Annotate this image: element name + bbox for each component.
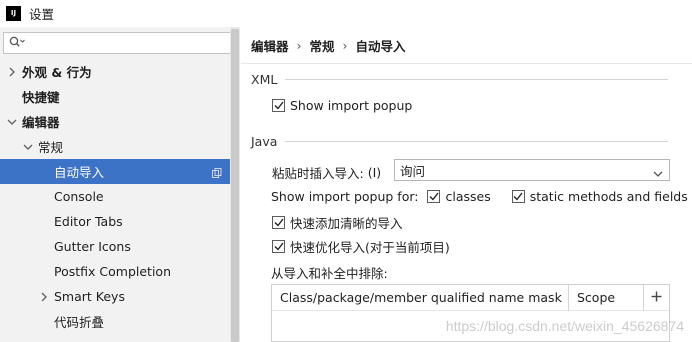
section-title: Java bbox=[251, 134, 278, 149]
watermark-text: https://blog.csdn.net/weixin_45626874 bbox=[445, 318, 684, 334]
breadcrumb-separator: › bbox=[342, 38, 348, 53]
breadcrumb-item[interactable]: 编辑器 bbox=[251, 36, 289, 55]
section-divider bbox=[285, 141, 668, 142]
breadcrumb-separator: › bbox=[296, 38, 302, 53]
sidebar-item-appearance[interactable]: 外观 & 行为 bbox=[0, 59, 230, 84]
chevron-right-icon[interactable] bbox=[6, 66, 18, 78]
sidebar-item-label: 常规 bbox=[38, 140, 64, 155]
sidebar-item-general[interactable]: 常规 bbox=[0, 134, 230, 159]
select-value: 询问 bbox=[400, 163, 426, 179]
checkbox-checked-icon[interactable] bbox=[427, 190, 441, 203]
java-section-header: Java bbox=[251, 134, 668, 149]
show-popup-for-label: Show import popup for: bbox=[271, 189, 419, 204]
paste-insert-mnemonic: (I) bbox=[367, 165, 382, 180]
chevron-down-icon bbox=[653, 166, 663, 181]
column-header-scope[interactable]: Scope bbox=[569, 284, 644, 311]
settings-tree: 外观 & 行为 快捷键 编辑器 常规 自动导入 Console Editor T… bbox=[0, 59, 230, 334]
settings-search-input[interactable] bbox=[3, 32, 234, 54]
add-button[interactable] bbox=[644, 285, 669, 311]
sidebar-item-editor-tabs[interactable]: Editor Tabs bbox=[0, 209, 230, 234]
breadcrumb: 编辑器 › 常规 › 自动导入 bbox=[251, 36, 406, 55]
paste-insert-select[interactable]: 询问 bbox=[394, 159, 670, 181]
section-title: XML bbox=[251, 72, 278, 87]
sidebar-item-label: 快捷键 bbox=[22, 90, 60, 105]
optimize-imports-checkbox[interactable]: 快速优化导入(对于当前项目) bbox=[272, 237, 450, 256]
breadcrumb-item: 自动导入 bbox=[355, 39, 406, 54]
show-popup-for-row: Show import popup for: classes static me… bbox=[271, 189, 688, 204]
sidebar-item-editor[interactable]: 编辑器 bbox=[0, 109, 230, 134]
table-header: Class/package/member qualified name mask… bbox=[272, 284, 669, 311]
breadcrumb-item[interactable]: 常规 bbox=[310, 36, 335, 55]
xml-show-import-popup-checkbox[interactable]: Show import popup bbox=[272, 98, 412, 113]
sidebar-item-code-folding[interactable]: 代码折叠 bbox=[0, 309, 230, 334]
column-header-name-mask[interactable]: Class/package/member qualified name mask bbox=[272, 284, 569, 311]
exclude-label: 从导入和补全中排除: bbox=[271, 263, 388, 282]
chevron-down-icon[interactable] bbox=[22, 141, 34, 153]
classes-checkbox[interactable]: classes bbox=[427, 189, 491, 204]
sidebar-item-label: Smart Keys bbox=[54, 289, 125, 304]
checkbox-label: Show import popup bbox=[290, 98, 413, 113]
sidebar-item-smart-keys[interactable]: Smart Keys bbox=[0, 284, 230, 309]
app-logo-icon: IJ bbox=[6, 6, 21, 21]
sidebar-item-gutter-icons[interactable]: Gutter Icons bbox=[0, 234, 230, 259]
section-divider bbox=[285, 79, 668, 80]
checkbox-label: 快速添加清晰的导入 bbox=[290, 216, 403, 231]
settings-content: 编辑器 › 常规 › 自动导入 XML Show import popup Ja… bbox=[241, 27, 692, 342]
static-methods-checkbox[interactable]: static methods and fields bbox=[511, 189, 688, 204]
sidebar-item-auto-import[interactable]: 自动导入 bbox=[0, 159, 230, 184]
checkbox-checked-icon[interactable] bbox=[272, 240, 285, 253]
plus-icon bbox=[651, 290, 662, 305]
chevron-down-icon[interactable] bbox=[6, 116, 18, 128]
xml-section-header: XML bbox=[251, 72, 668, 87]
sidebar-item-label: Editor Tabs bbox=[54, 214, 123, 229]
exclude-label-text: 从导入和补全中排除: bbox=[271, 266, 388, 281]
search-icon bbox=[9, 36, 25, 51]
sidebar-item-label: Gutter Icons bbox=[54, 239, 131, 254]
sidebar-item-postfix-completion[interactable]: Postfix Completion bbox=[0, 259, 230, 284]
checkbox-label: static methods and fields bbox=[529, 189, 688, 204]
checkbox-checked-icon[interactable] bbox=[511, 190, 525, 203]
paste-insert-text: 粘贴时插入导入: bbox=[272, 166, 364, 181]
settings-sidebar: 外观 & 行为 快捷键 编辑器 常规 自动导入 Console Editor T… bbox=[0, 27, 240, 342]
sidebar-item-label: Postfix Completion bbox=[54, 264, 171, 279]
sidebar-item-label: 编辑器 bbox=[22, 115, 60, 130]
header-divider bbox=[241, 63, 692, 64]
add-unambiguous-imports-checkbox[interactable]: 快速添加清晰的导入 bbox=[272, 213, 403, 232]
checkbox-checked-icon[interactable] bbox=[272, 216, 285, 229]
paste-insert-label: 粘贴时插入导入: (I) bbox=[272, 163, 381, 182]
copy-icon bbox=[212, 166, 222, 181]
checkbox-label: 快速优化导入(对于当前项目) bbox=[290, 240, 450, 255]
checkbox-checked-icon[interactable] bbox=[272, 99, 285, 112]
checkbox-label: classes bbox=[445, 189, 491, 204]
sidebar-item-keymap[interactable]: 快捷键 bbox=[0, 84, 230, 109]
scrollbar-thumb[interactable] bbox=[231, 29, 239, 342]
sidebar-scrollbar[interactable] bbox=[230, 27, 240, 342]
chevron-right-icon[interactable] bbox=[38, 291, 50, 303]
sidebar-item-label: 代码折叠 bbox=[54, 315, 105, 330]
title-bar: IJ 设置 bbox=[0, 0, 692, 27]
sidebar-item-label: 自动导入 bbox=[54, 165, 105, 180]
sidebar-item-label: 外观 & 行为 bbox=[22, 65, 92, 80]
sidebar-item-console[interactable]: Console bbox=[0, 184, 230, 209]
window-title: 设置 bbox=[29, 7, 55, 22]
sidebar-item-label: Console bbox=[54, 189, 104, 204]
